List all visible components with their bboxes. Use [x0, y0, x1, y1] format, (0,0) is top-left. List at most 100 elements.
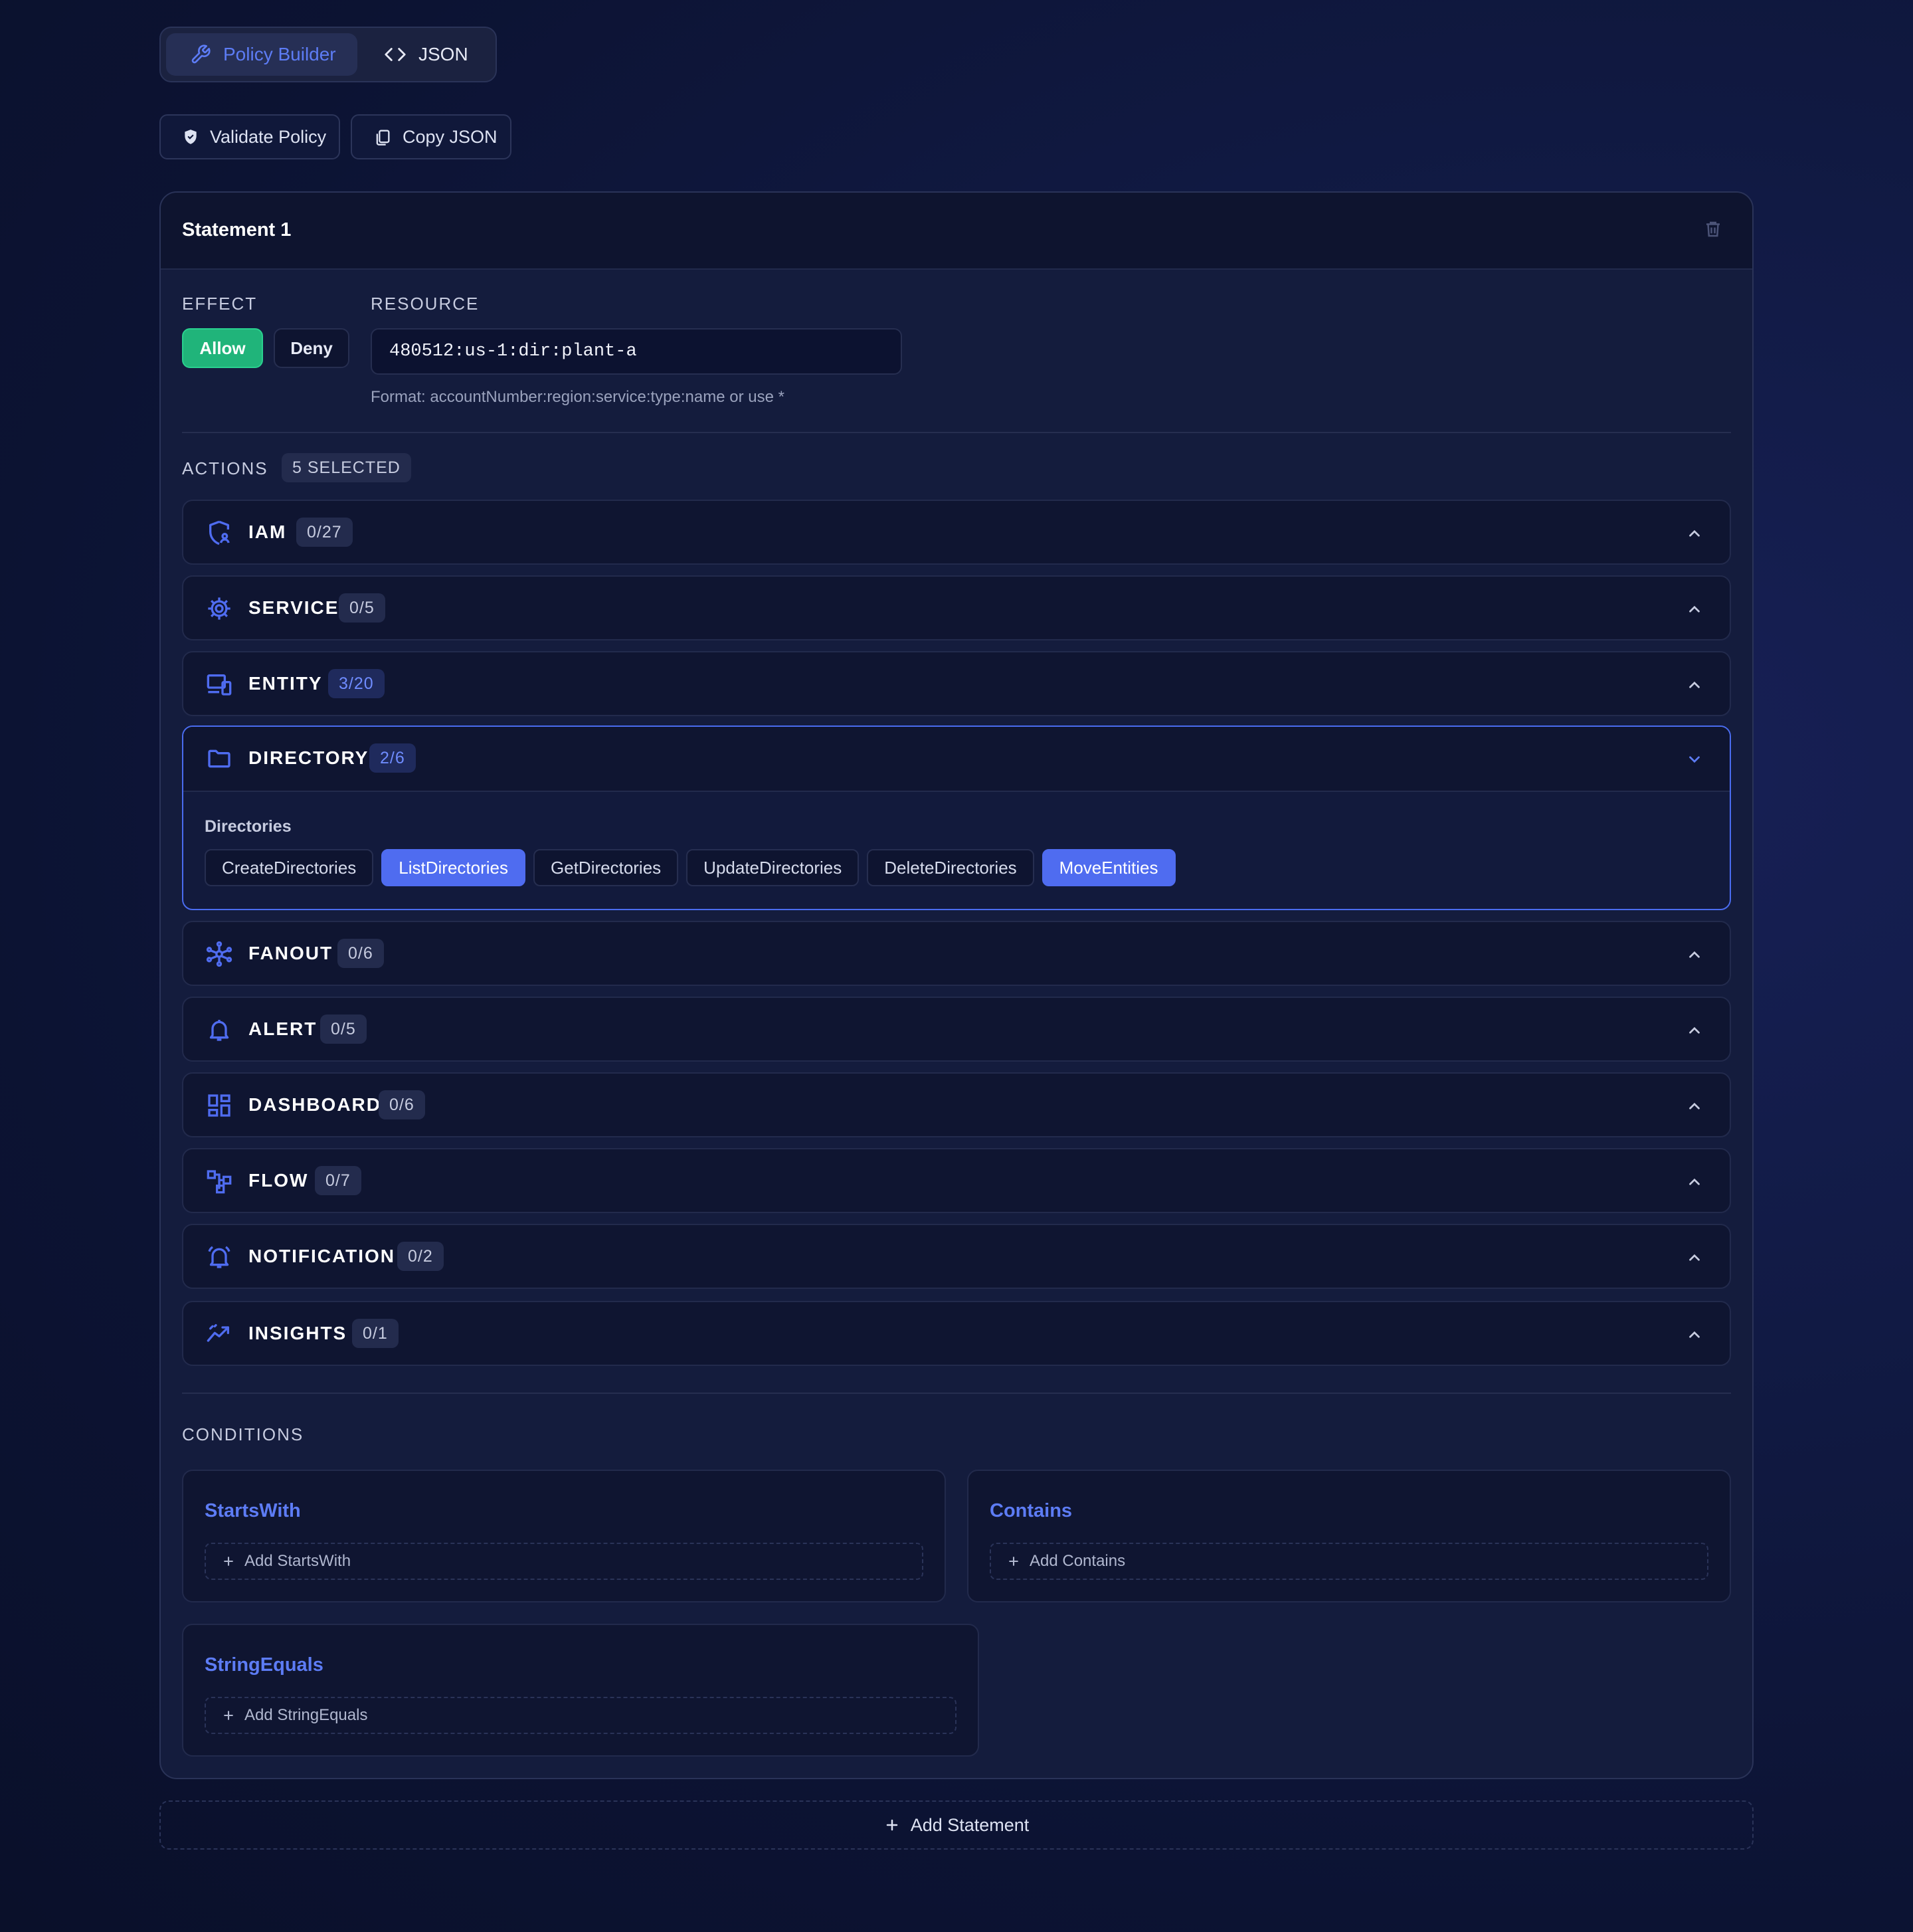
group-count: 0/6: [337, 939, 384, 968]
action-chip-list-directories[interactable]: ListDirectories: [381, 849, 526, 886]
directories-sub-label: Directories: [205, 817, 292, 836]
condition-string-equals: StringEquals Add StringEquals: [182, 1624, 979, 1757]
statement-title: Statement 1: [182, 219, 292, 241]
action-group-alert[interactable]: ALERT 0/5: [182, 997, 1731, 1062]
condition-title: StringEquals: [205, 1654, 323, 1676]
shield-user-icon: [206, 520, 232, 546]
add-string-equals-label: Add StringEquals: [244, 1706, 368, 1724]
wrench-icon: [190, 44, 211, 65]
chevron-up-icon: [1686, 946, 1703, 963]
group-name: IAM: [248, 522, 287, 542]
action-group-flow[interactable]: FLOW 0/7: [182, 1148, 1731, 1213]
plus-icon: [884, 1817, 900, 1833]
shield-check-icon: [182, 128, 199, 145]
condition-starts-with: StartsWith Add StartsWith: [182, 1470, 946, 1602]
hub-icon: [206, 941, 232, 967]
group-name: ALERT: [248, 1018, 318, 1039]
plus-icon: [222, 1709, 235, 1722]
delete-statement-button[interactable]: [1703, 219, 1723, 239]
json-tab[interactable]: JSON: [369, 33, 489, 76]
chevron-up-icon: [1686, 1022, 1703, 1039]
deny-button[interactable]: Deny: [274, 328, 349, 368]
add-statement-button[interactable]: Add Statement: [159, 1800, 1754, 1850]
group-count: 0/6: [379, 1090, 425, 1119]
directory-group-header[interactable]: DIRECTORY 2/6: [183, 727, 1730, 792]
validate-policy-label: Validate Policy: [210, 126, 327, 147]
section-divider: [182, 1393, 1731, 1394]
action-group-notification[interactable]: NOTIFICATION 0/2: [182, 1224, 1731, 1289]
group-count: 0/7: [315, 1166, 361, 1195]
add-string-equals-button[interactable]: Add StringEquals: [205, 1697, 956, 1734]
action-group-service[interactable]: SERVICE 0/5: [182, 575, 1731, 640]
group-name: FANOUT: [248, 943, 333, 963]
action-chip-move-entities[interactable]: MoveEntities: [1042, 849, 1176, 886]
action-chip-get-directories[interactable]: GetDirectories: [533, 849, 679, 886]
condition-title: StartsWith: [205, 1500, 301, 1521]
trash-icon: [1703, 219, 1723, 239]
action-chip-update-directories[interactable]: UpdateDirectories: [686, 849, 860, 886]
code-icon: [384, 43, 407, 66]
json-label: JSON: [418, 44, 468, 64]
group-count: 0/5: [339, 593, 385, 623]
action-group-directory: DIRECTORY 2/6 Directories CreateDirector…: [182, 725, 1731, 910]
action-group-fanout[interactable]: FANOUT 0/6: [182, 921, 1731, 986]
conditions-label: CONDITIONS: [182, 1424, 304, 1444]
copy-json-label: Copy JSON: [403, 126, 498, 147]
trend-icon: [206, 1321, 232, 1347]
bell-icon: [206, 1016, 232, 1043]
chevron-up-icon: [1686, 1326, 1703, 1343]
group-count: 0/5: [320, 1014, 367, 1044]
policy-builder-tab[interactable]: Policy Builder: [166, 33, 357, 76]
plus-icon: [1007, 1555, 1020, 1568]
view-toggle: Policy Builder JSON: [159, 27, 497, 82]
plus-icon: [222, 1555, 235, 1568]
group-name: NOTIFICATION: [248, 1246, 396, 1266]
copy-json-button[interactable]: Copy JSON: [351, 114, 511, 159]
flow-icon: [206, 1168, 232, 1195]
statement-header: Statement 1: [161, 193, 1752, 270]
resource-input[interactable]: 480512:us-1:dir:plant-a: [371, 328, 902, 375]
allow-button[interactable]: Allow: [182, 328, 263, 368]
group-name: SERVICE: [248, 597, 339, 618]
group-count: 0/2: [397, 1242, 444, 1271]
policy-editor: Policy Builder JSON Validate Policy Copy…: [0, 0, 1913, 1932]
devices-icon: [206, 671, 232, 698]
copy-icon: [373, 128, 392, 146]
resource-label: RESOURCE: [371, 294, 480, 314]
resource-hint: Format: accountNumber:region:service:typ…: [371, 388, 784, 406]
directory-actions-list: CreateDirectories ListDirectories GetDir…: [205, 849, 1176, 886]
add-starts-with-button[interactable]: Add StartsWith: [205, 1543, 923, 1580]
chevron-up-icon: [1686, 1249, 1703, 1266]
chevron-up-icon: [1686, 676, 1703, 694]
validate-policy-button[interactable]: Validate Policy: [159, 114, 340, 159]
action-group-dashboard[interactable]: DASHBOARD 0/6: [182, 1072, 1731, 1137]
group-name: FLOW: [248, 1170, 309, 1191]
action-chip-delete-directories[interactable]: DeleteDirectories: [867, 849, 1034, 886]
folder-icon: [206, 745, 232, 772]
chevron-up-icon: [1686, 525, 1703, 542]
alarm-bell-icon: [206, 1244, 232, 1270]
group-name: DIRECTORY: [248, 747, 369, 768]
actions-label: ACTIONS: [182, 458, 268, 478]
group-count: 3/20: [328, 669, 385, 698]
add-contains-label: Add Contains: [1030, 1552, 1126, 1570]
add-contains-button[interactable]: Add Contains: [990, 1543, 1708, 1580]
group-count: 0/27: [296, 518, 353, 547]
group-count: 2/6: [369, 743, 416, 773]
action-group-iam[interactable]: IAM 0/27: [182, 500, 1731, 565]
chevron-up-icon: [1686, 601, 1703, 618]
action-group-entity[interactable]: ENTITY 3/20: [182, 651, 1731, 716]
add-statement-label: Add Statement: [910, 1814, 1030, 1835]
condition-title: Contains: [990, 1500, 1073, 1521]
action-group-insights[interactable]: INSIGHTS 0/1: [182, 1301, 1731, 1366]
action-chip-create-directories[interactable]: CreateDirectories: [205, 849, 374, 886]
gear-icon: [206, 595, 232, 622]
add-starts-with-label: Add StartsWith: [244, 1552, 351, 1570]
chevron-up-icon: [1686, 1098, 1703, 1115]
group-count: 0/1: [352, 1319, 399, 1348]
group-name: DASHBOARD: [248, 1094, 381, 1115]
selected-count-badge: 5 SELECTED: [282, 453, 411, 482]
chevron-up-icon: [1686, 1173, 1703, 1191]
condition-contains: Contains Add Contains: [967, 1470, 1731, 1602]
section-divider: [182, 432, 1731, 433]
